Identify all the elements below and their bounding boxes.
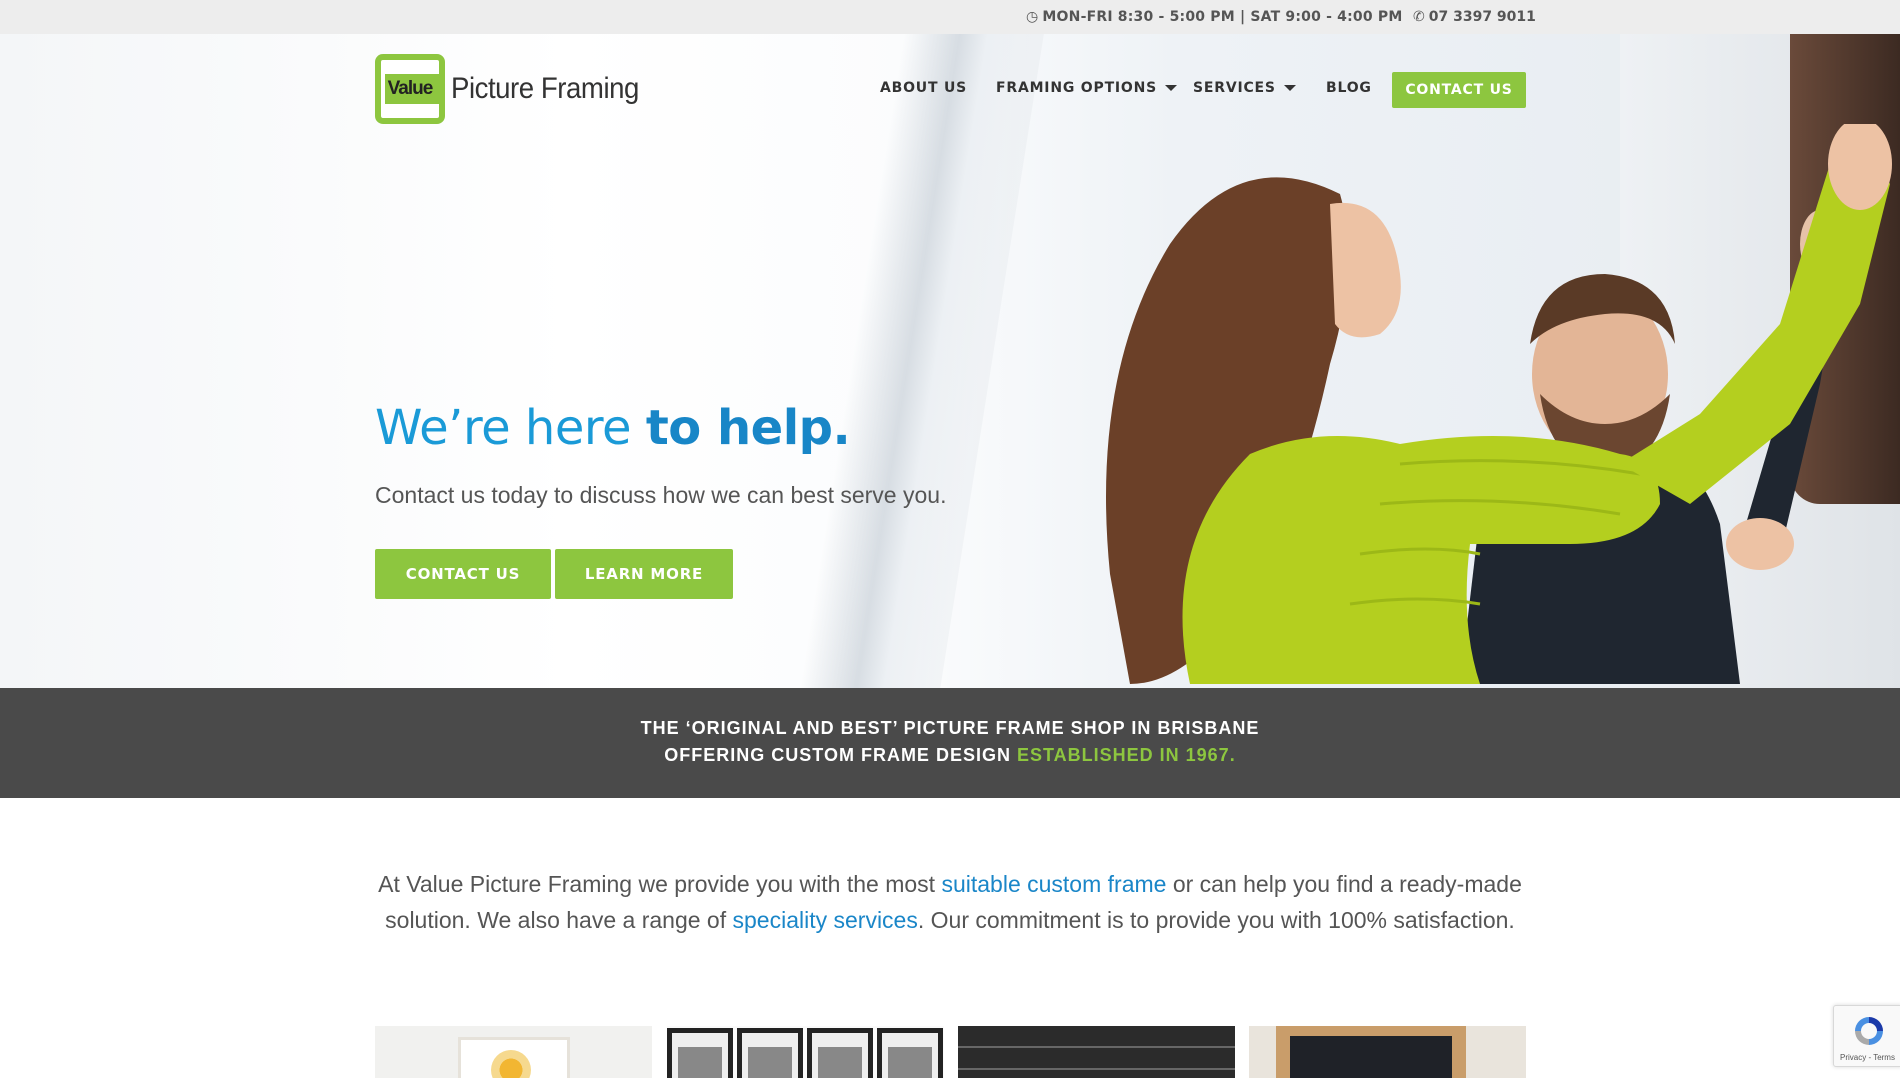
tagline-established: ESTABLISHED IN 1967. bbox=[1016, 745, 1236, 765]
recaptcha-badge[interactable]: Privacy - Terms bbox=[1833, 1005, 1900, 1067]
nav-framing-options[interactable]: FRAMING OPTIONS bbox=[996, 80, 1178, 96]
thumbnail-wood-frame bbox=[1276, 1026, 1466, 1078]
site-logo[interactable]: Value Picture Framing bbox=[375, 54, 655, 124]
thumbnail-shadow-box[interactable] bbox=[1249, 1026, 1526, 1078]
thumbnail-frame bbox=[877, 1028, 943, 1078]
thumbnail-frame bbox=[667, 1028, 733, 1078]
tagline-line-2: OFFERING CUSTOM FRAME DESIGN ESTABLISHED… bbox=[0, 745, 1900, 766]
nav-framing-options-label: FRAMING OPTIONS bbox=[996, 80, 1158, 96]
thumbnail-frame bbox=[807, 1028, 873, 1078]
logo-wordmark: Picture Framing bbox=[451, 72, 639, 105]
clock-icon: ◷ bbox=[1026, 9, 1039, 25]
nav-services-label: SERVICES bbox=[1193, 80, 1276, 96]
tagline-line-2-text: OFFERING CUSTOM FRAME DESIGN bbox=[664, 745, 1017, 765]
hero-window-light bbox=[789, 34, 1051, 688]
recaptcha-icon bbox=[1855, 1017, 1883, 1045]
phone-icon: ✆ bbox=[1413, 9, 1425, 25]
thumbnail-frame bbox=[737, 1028, 803, 1078]
caret-down-icon bbox=[1283, 85, 1296, 91]
logo-mark: Value bbox=[375, 54, 445, 124]
caret-down-icon bbox=[1165, 85, 1178, 91]
hero-subline: Contact us today to discuss how we can b… bbox=[375, 482, 947, 508]
intro-text-3: . Our commitment is to provide you with … bbox=[917, 907, 1515, 933]
hero-headline: We’re here to help. bbox=[375, 400, 851, 456]
tagline-line-1: THE ‘ORIGINAL AND BEST’ PICTURE FRAME SH… bbox=[640, 718, 1260, 738]
hero-headline-light: We’re here bbox=[375, 400, 646, 456]
nav-about[interactable]: ABOUT US bbox=[880, 80, 967, 96]
hero-headline-bold: to help. bbox=[645, 400, 851, 456]
logo-mark-text: Value bbox=[387, 78, 434, 99]
opening-hours-text: MON-FRI 8:30 - 5:00 PM | SAT 9:00 - 4:00… bbox=[1042, 9, 1403, 25]
link-custom-frame[interactable]: suitable custom frame bbox=[941, 871, 1166, 897]
intro-paragraph: At Value Picture Framing we provide you … bbox=[375, 866, 1525, 938]
recaptcha-terms[interactable]: Privacy - Terms bbox=[1840, 1053, 1895, 1062]
top-info-bar: ◷ MON-FRI 8:30 - 5:00 PM | SAT 9:00 - 4:0… bbox=[0, 0, 1900, 34]
hero-section bbox=[0, 34, 1900, 688]
thumbnail-artwork bbox=[458, 1037, 570, 1078]
opening-hours: ◷ MON-FRI 8:30 - 5:00 PM | SAT 9:00 - 4:0… bbox=[1026, 9, 1402, 25]
thumbnail-custom-framing[interactable] bbox=[375, 1026, 652, 1078]
thumbnail-memorabilia[interactable] bbox=[958, 1026, 1235, 1078]
thumbnail-shelf bbox=[958, 1068, 1235, 1070]
thumbnail-shelf bbox=[958, 1046, 1235, 1048]
phone-number[interactable]: ✆ 07 3397 9011 bbox=[1413, 9, 1536, 25]
nav-services[interactable]: SERVICES bbox=[1193, 80, 1296, 96]
hero-contact-button[interactable]: CONTACT US bbox=[375, 549, 551, 599]
hero-photo-couple bbox=[1106, 124, 1892, 685]
thumbnail-ready-made[interactable] bbox=[667, 1026, 944, 1078]
hero-learn-more-button[interactable]: LEARN MORE bbox=[555, 549, 733, 599]
nav-blog[interactable]: BLOG bbox=[1326, 80, 1372, 96]
intro-text-1: At Value Picture Framing we provide you … bbox=[378, 871, 942, 897]
link-speciality-services[interactable]: speciality services bbox=[733, 907, 918, 933]
tagline-band: THE ‘ORIGINAL AND BEST’ PICTURE FRAME SH… bbox=[0, 688, 1900, 798]
phone-text[interactable]: 07 3397 9011 bbox=[1429, 9, 1536, 25]
nav-contact-button[interactable]: CONTACT US bbox=[1392, 72, 1526, 108]
